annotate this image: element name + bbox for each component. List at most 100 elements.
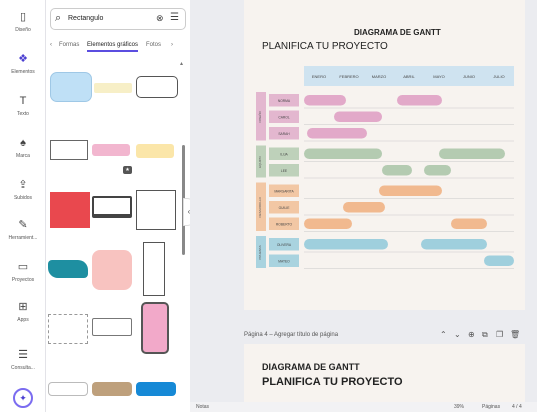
shape-tile[interactable] xyxy=(92,318,132,336)
shape-tile[interactable] xyxy=(141,302,169,354)
gantt-bar xyxy=(424,165,451,176)
rail-item-text[interactable]: T Texto xyxy=(0,94,46,117)
month-label: JULIO xyxy=(493,74,504,79)
search-input[interactable]: ⌕ Rectangulo ⊗ ☰ xyxy=(50,8,186,30)
shape-tile[interactable] xyxy=(94,83,132,93)
gantt-page[interactable]: DIAGRAMA DE GANTT PLANIFICA TU PROYECTO … xyxy=(244,0,525,310)
draw-icon: ✎ xyxy=(18,219,28,231)
page2-title: DIAGRAMA DE GANTT xyxy=(262,362,360,372)
shape-tile[interactable] xyxy=(92,144,130,156)
rail-item-design[interactable]: ▯ Diseño xyxy=(0,10,46,33)
group-label: PRUEBAS xyxy=(258,245,262,259)
page2-subtitle: PLANIFICA TU PROYECTO xyxy=(262,376,403,388)
upload-icon: ⇪ xyxy=(18,179,28,191)
rail-label: Consulta... xyxy=(11,365,35,371)
rail-label: Diseño xyxy=(15,27,31,33)
lock-icon[interactable]: ⊕ xyxy=(468,330,475,339)
tab-graphics[interactable]: Elementos gráficos xyxy=(87,42,139,52)
month-label: JUNIO xyxy=(463,74,475,79)
tabs-bar: ‹ Formas Elementos gráficos Fotos › xyxy=(48,40,188,54)
magic-icon[interactable]: ✦ xyxy=(13,388,33,408)
task-label: SARAH xyxy=(278,132,290,136)
page-toolbar: Página 4 – Agregar título de página ⌃ ⌄ … xyxy=(244,330,525,342)
filter-icon[interactable]: ☰ xyxy=(170,12,179,23)
gantt-bar xyxy=(304,239,388,250)
copy-icon[interactable]: ❐ xyxy=(496,330,503,339)
rail-item-apps[interactable]: ⊞ Apps xyxy=(0,300,46,323)
task-label: NORMA xyxy=(278,99,291,103)
rail-item-projects[interactable]: ▭ Proyectos xyxy=(0,260,46,283)
shape-tile[interactable] xyxy=(92,382,132,396)
month-label: FEBRERO xyxy=(339,74,358,79)
rail-label: Apps xyxy=(17,317,29,323)
pages-button[interactable]: Páginas xyxy=(482,404,500,410)
rail-item-more[interactable]: ☰ Consulta... xyxy=(0,348,46,371)
trash-icon[interactable]: 🗑 xyxy=(510,330,520,339)
shape-tile[interactable] xyxy=(48,314,88,344)
shape-tile[interactable] xyxy=(50,72,92,102)
task-label: MATEO xyxy=(278,259,290,263)
gantt-bar xyxy=(334,111,382,122)
group-label: EQUIPO xyxy=(258,156,262,168)
task-label: LEE xyxy=(281,169,288,173)
gantt-bar xyxy=(304,148,382,159)
list-icon: ☰ xyxy=(18,349,28,361)
shape-tile[interactable] xyxy=(92,196,132,218)
rail-item-brand[interactable]: ♠ Marca xyxy=(0,136,46,159)
shape-tile[interactable] xyxy=(48,260,88,278)
apps-icon: ⊞ xyxy=(18,301,28,313)
shape-tile[interactable] xyxy=(50,192,90,228)
rail-item-elements[interactable]: ❖ Elementos xyxy=(0,52,46,75)
shape-tile[interactable] xyxy=(136,76,178,98)
gantt-bar xyxy=(382,165,412,176)
task-label: ILIJA xyxy=(280,152,288,156)
shape-tile[interactable] xyxy=(143,242,165,296)
month-label: ABRIL xyxy=(403,74,415,79)
rail-label: Elementos xyxy=(11,69,35,75)
month-label: MARZO xyxy=(372,74,386,79)
gantt-bar xyxy=(304,218,352,229)
gantt-bar xyxy=(307,128,367,139)
month-label: ENERO xyxy=(312,74,326,79)
task-label: ROBERTO xyxy=(276,222,293,226)
duplicate-icon[interactable]: ⧉ xyxy=(482,330,488,340)
tab-photos[interactable]: Fotos xyxy=(146,42,161,48)
tabs-next-icon[interactable]: › xyxy=(171,42,173,48)
page-title-input[interactable]: Página 4 – Agregar título de página xyxy=(244,332,338,338)
elements-icon: ❖ xyxy=(18,53,28,65)
tabs-prev-icon[interactable]: ‹ xyxy=(50,42,52,48)
text-icon: T xyxy=(19,95,27,107)
rail-label: Subidos xyxy=(13,195,33,201)
shape-tile[interactable] xyxy=(92,250,132,290)
gantt-bar xyxy=(439,148,505,159)
rail-label: Herramient... xyxy=(8,235,38,241)
group-label: DESARROLLO xyxy=(258,196,262,217)
search-value: Rectangulo xyxy=(68,15,104,22)
gantt-bar xyxy=(304,95,346,106)
rail-item-tools[interactable]: ✎ Herramient... xyxy=(0,218,46,241)
page-count: 4 / 4 xyxy=(512,404,522,410)
shape-tile[interactable] xyxy=(136,190,176,230)
shape-tile[interactable] xyxy=(50,140,88,160)
group-label: DISEÑO xyxy=(257,110,262,122)
chevron-up-icon[interactable]: ⌃ xyxy=(440,330,447,339)
search-icon: ⌕ xyxy=(55,12,62,24)
shape-tile[interactable] xyxy=(136,144,174,158)
chevron-down-icon[interactable]: ⌄ xyxy=(454,330,461,339)
clear-icon[interactable]: ⊗ xyxy=(156,13,164,24)
tab-shapes[interactable]: Formas xyxy=(59,42,79,48)
bottom-bar: Notas 39% Páginas 4 / 4 xyxy=(190,402,537,412)
shape-tile[interactable] xyxy=(136,382,176,396)
task-label: GUILIE xyxy=(279,206,291,210)
gantt-bar xyxy=(379,185,442,196)
elements-panel: ⌕ Rectangulo ⊗ ☰ ‹ Formas Elementos gráf… xyxy=(46,0,190,412)
brand-icon: ♠ xyxy=(20,137,26,149)
zoom-level[interactable]: 39% xyxy=(454,404,464,410)
rail-item-uploads[interactable]: ⇪ Subidos xyxy=(0,178,46,201)
scroll-up-icon[interactable]: ▴ xyxy=(180,60,183,67)
notes-button[interactable]: Notas xyxy=(196,404,209,410)
task-label: MARGARITA xyxy=(274,189,294,193)
gantt-bar xyxy=(397,95,442,106)
shape-tile[interactable] xyxy=(48,382,88,396)
gantt-bar xyxy=(421,239,487,250)
